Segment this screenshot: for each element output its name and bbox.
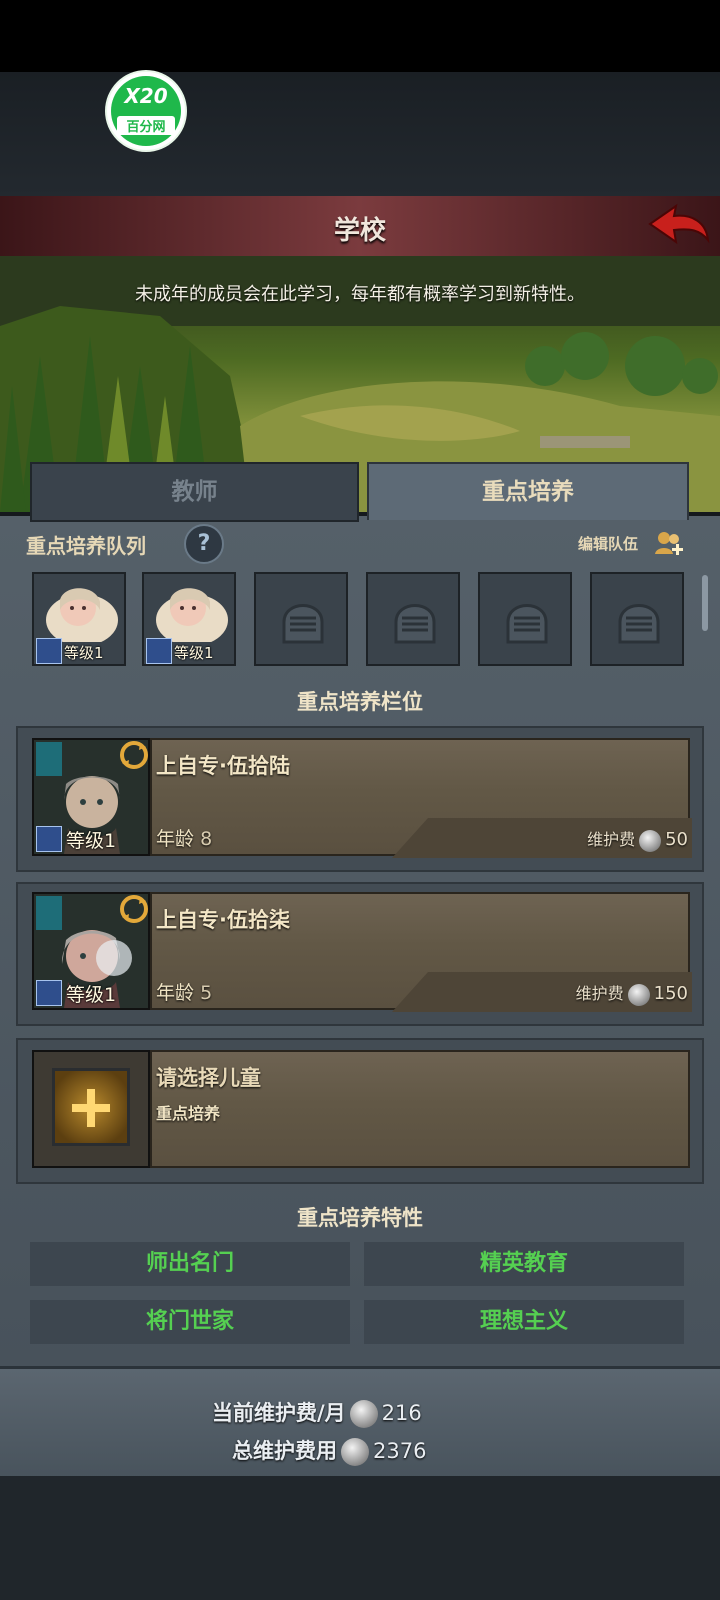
maintenance-fee: 维护费 150: [575, 983, 688, 1006]
add-child-button[interactable]: [52, 1068, 130, 1146]
queue-slot-2[interactable]: 等级1: [142, 572, 236, 666]
section-title-slots: 重点培养栏位: [297, 690, 423, 714]
silver-coin-icon: [349, 1400, 378, 1428]
swap-icon[interactable]: [118, 894, 150, 924]
edit-team-button[interactable]: 编辑队伍: [578, 530, 686, 556]
sword-class-icon: [36, 638, 62, 664]
page-title: 学校: [333, 216, 386, 246]
silver-coin-icon: [639, 829, 662, 852]
queue-slot-4[interactable]: [366, 572, 460, 666]
empty-card-subtitle: 重点培养: [156, 1104, 221, 1123]
help-button[interactable]: ?: [184, 524, 224, 564]
monthly-fee: 当前维护费/月 216: [212, 1397, 422, 1428]
child-name: 上自专·伍拾柒: [156, 908, 290, 932]
watermark-logo: X20 百分网: [107, 72, 185, 150]
select-child-prompt: 请选择儿童: [156, 1066, 261, 1090]
back-button[interactable]: [646, 200, 712, 250]
total-fee: 总维护费用 2376: [232, 1435, 426, 1466]
edit-team-label: 编辑队伍: [578, 535, 639, 553]
queue-title: 重点培养队列: [26, 534, 146, 558]
team-edit-icon: [655, 532, 683, 555]
child-name: 上自专·伍拾陆: [156, 754, 290, 778]
sword-class-icon: [36, 826, 62, 852]
queue-slot-level: 等级1: [64, 644, 104, 662]
silver-coin-icon: [341, 1438, 369, 1466]
empty-helmet-icon: [618, 604, 660, 644]
queue-slot-3[interactable]: [254, 572, 348, 666]
title-bar: 学校: [0, 196, 720, 258]
child-level: 等级1: [66, 984, 117, 1006]
queue-scrollbar[interactable]: [702, 575, 708, 631]
trait-item[interactable]: 师出名门: [30, 1242, 350, 1286]
section-title-traits: 重点培养特性: [297, 1206, 423, 1230]
banner-description: 未成年的成员会在此学习，每年都有概率学习到新特性。: [135, 284, 585, 305]
empty-helmet-icon: [282, 604, 324, 644]
trait-item[interactable]: 将门世家: [30, 1300, 350, 1344]
empty-helmet-icon: [394, 604, 436, 644]
tab-teacher[interactable]: 教师: [30, 462, 359, 522]
queue-slot-1[interactable]: 等级1: [32, 572, 126, 666]
trait-item[interactable]: 精英教育: [364, 1242, 684, 1286]
child-age: 年龄 8: [156, 828, 213, 850]
swaddled-baby-icon: [156, 588, 228, 642]
bottom-area: [0, 1476, 720, 1600]
back-arrow-icon: [648, 203, 710, 245]
sword-class-icon: [36, 980, 62, 1006]
maintenance-fee: 维护费 50: [587, 829, 688, 852]
queue-slot-level: 等级1: [174, 644, 214, 662]
child-age: 年龄 5: [156, 982, 213, 1004]
swaddled-baby-icon: [46, 588, 118, 642]
swap-icon[interactable]: [118, 740, 150, 770]
silver-coin-icon: [627, 983, 650, 1006]
empty-helmet-icon: [506, 604, 548, 644]
queue-slot-6[interactable]: [590, 572, 684, 666]
tab-focus-training[interactable]: 重点培养: [367, 462, 689, 520]
queue-slot-5[interactable]: [478, 572, 572, 666]
child-level: 等级1: [66, 830, 117, 852]
maintenance-summary: 当前维护费/月 216 总维护费用 2376: [0, 1366, 720, 1479]
trait-item[interactable]: 理想主义: [364, 1300, 684, 1344]
status-bar: [0, 0, 720, 72]
sword-class-icon: [146, 638, 172, 664]
